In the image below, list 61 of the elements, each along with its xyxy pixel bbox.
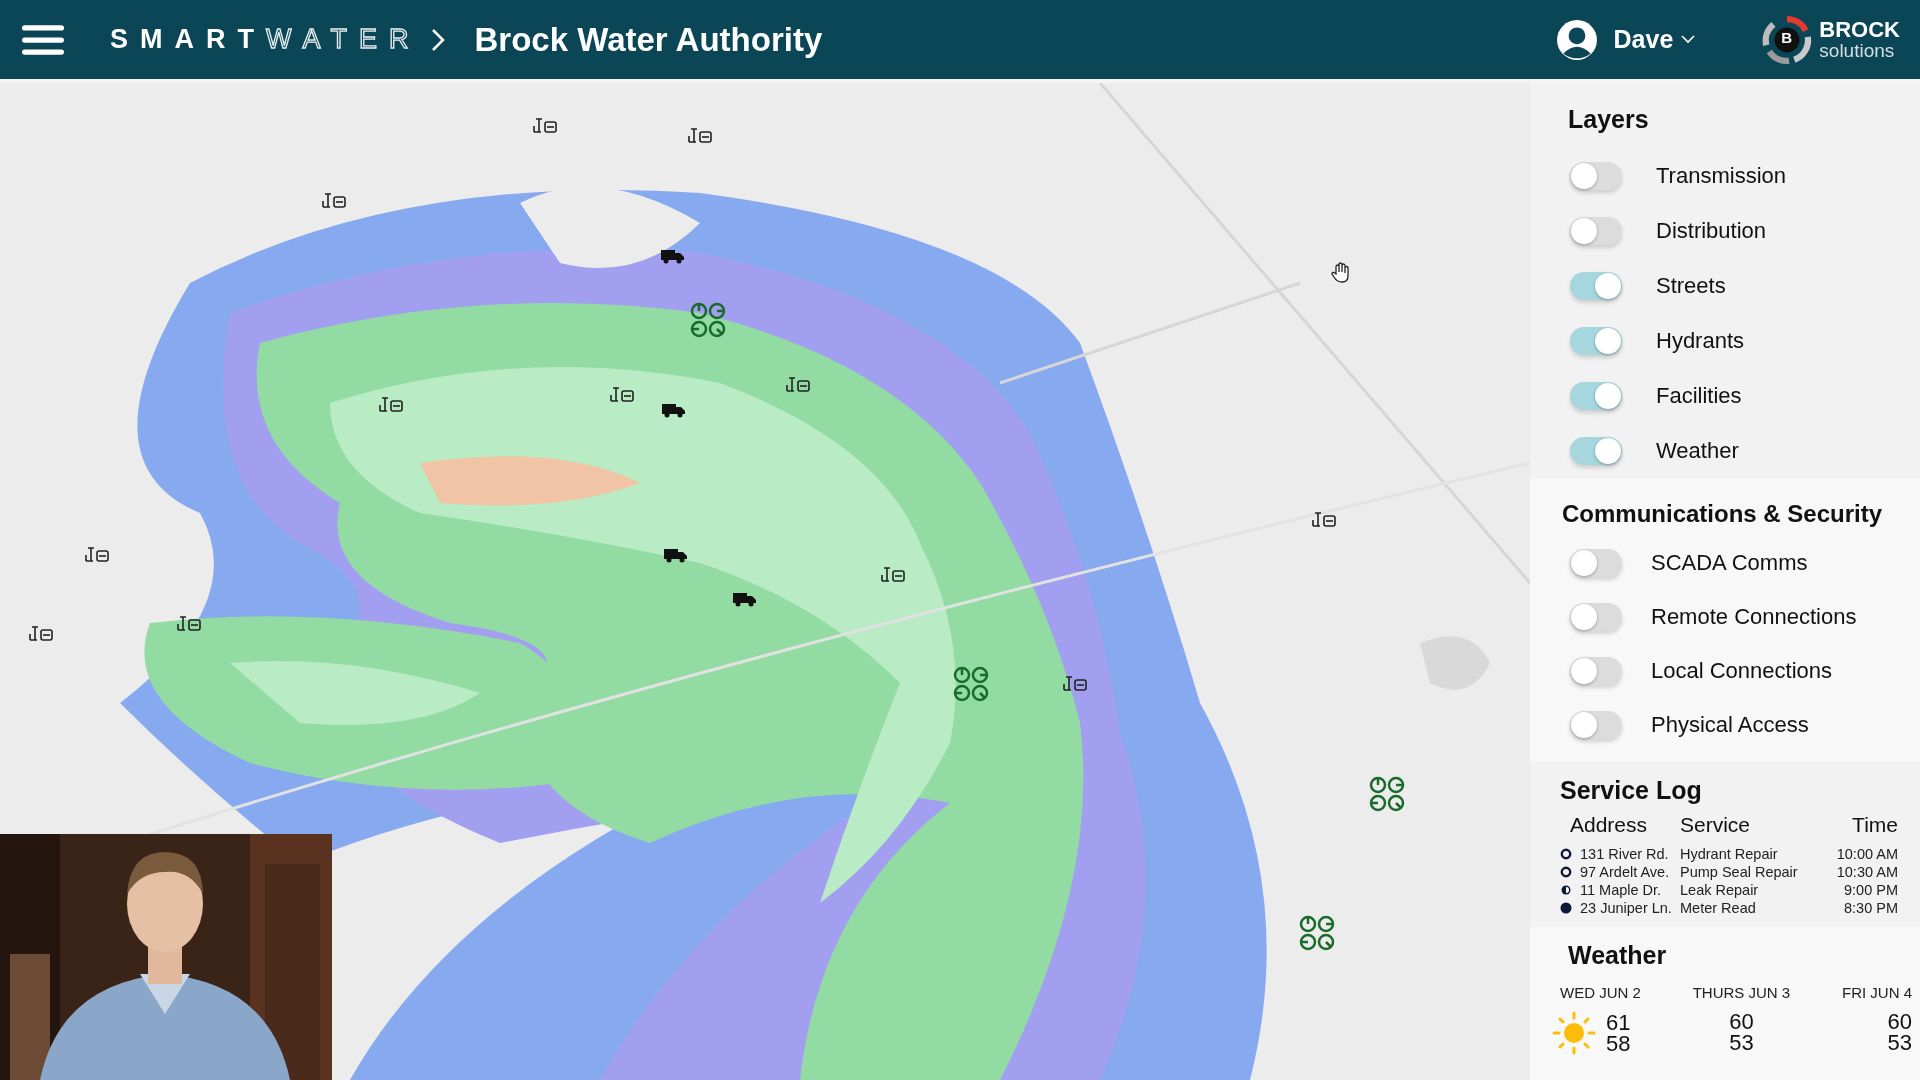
table-cell: 97 Ardelt Ave.	[1580, 863, 1670, 881]
table-cell: 23 Juniper Ln.	[1580, 899, 1672, 917]
chevron-icon	[430, 27, 445, 52]
table-cell-text: 8:30 PM	[1843, 899, 1898, 917]
day-label: FRI JUN 4	[1842, 984, 1912, 1001]
toggle-switch[interactable]	[1570, 657, 1622, 685]
sun-icon	[1552, 1011, 1596, 1055]
column-header: Time	[1851, 813, 1898, 838]
layer-label: Transmission	[1656, 162, 1786, 189]
company-tagline: solutions	[1819, 41, 1896, 60]
layer-label: Remote Connections	[1651, 604, 1857, 630]
brand-logo-text: SMART	[110, 24, 266, 55]
table-cell-text: 9:00 PM	[1843, 881, 1898, 899]
toggle-switch[interactable]	[1570, 271, 1622, 300]
section-title: Layers	[1568, 104, 1650, 135]
layer-label: Hydrants	[1656, 327, 1745, 354]
layer-label: Streets	[1656, 272, 1726, 299]
toggle-switch[interactable]	[1570, 326, 1622, 355]
day-label: THURS JUN 3	[1692, 984, 1791, 1001]
toggle-switch[interactable]	[1570, 549, 1622, 577]
layer-label: Facilities	[1656, 382, 1742, 409]
high-temperature: 60	[1729, 1011, 1754, 1032]
high-temperature: 60	[1887, 1011, 1912, 1032]
page-title: Brock Water Authority	[474, 20, 823, 59]
column-header: Service	[1680, 813, 1752, 838]
user-avatar-icon[interactable]	[1555, 18, 1598, 61]
layer-label: SCADA Comms	[1651, 550, 1808, 576]
layer-label: Local Connections	[1651, 658, 1832, 684]
low-temperature: 53	[1887, 1032, 1912, 1053]
low-temperature: 53	[1729, 1032, 1754, 1053]
caret-icon[interactable]	[1681, 35, 1696, 44]
brand-logo-text: WATER	[266, 24, 421, 55]
table-cell-text: 10:00 AM	[1835, 845, 1898, 863]
logo-letter: B	[1781, 28, 1793, 46]
toggle-switch[interactable]	[1570, 603, 1622, 631]
company-name: BROCK	[1819, 19, 1900, 41]
table-cell-text: Meter Read	[1680, 899, 1757, 917]
toggle-switch[interactable]	[1570, 161, 1622, 190]
table-cell-text: Pump Seal Repair	[1680, 863, 1799, 881]
table-cell-text: Leak Repair	[1680, 881, 1760, 899]
table-cell-text: Hydrant Repair	[1680, 845, 1779, 863]
table-cell: 131 River Rd.	[1580, 845, 1669, 863]
layer-label: Distribution	[1656, 217, 1767, 244]
toggle-switch[interactable]	[1570, 381, 1622, 410]
high-temperature: 61	[1606, 1012, 1631, 1033]
toggle-switch[interactable]	[1570, 436, 1622, 465]
section-title: Weather	[1567, 940, 1668, 971]
section-title: Communications & Security	[1562, 499, 1884, 529]
day-label: WED JUN 2	[1560, 984, 1641, 1001]
user-menu-button[interactable]: Dave	[1613, 25, 1674, 54]
layer-label: Physical Access	[1651, 712, 1809, 738]
toggle-switch[interactable]	[1570, 711, 1622, 739]
column-header: Address	[1569, 813, 1649, 838]
table-cell: 11 Maple Dr.	[1580, 881, 1662, 899]
section-title: Service Log	[1560, 775, 1703, 806]
low-temperature: 58	[1606, 1033, 1631, 1054]
layer-label: Weather	[1656, 437, 1739, 464]
menu-icon[interactable]	[22, 22, 64, 57]
company-logo-icon	[1761, 13, 1814, 66]
table-cell-text: 10:30 AM	[1835, 863, 1898, 881]
toggle-switch[interactable]	[1570, 216, 1622, 245]
